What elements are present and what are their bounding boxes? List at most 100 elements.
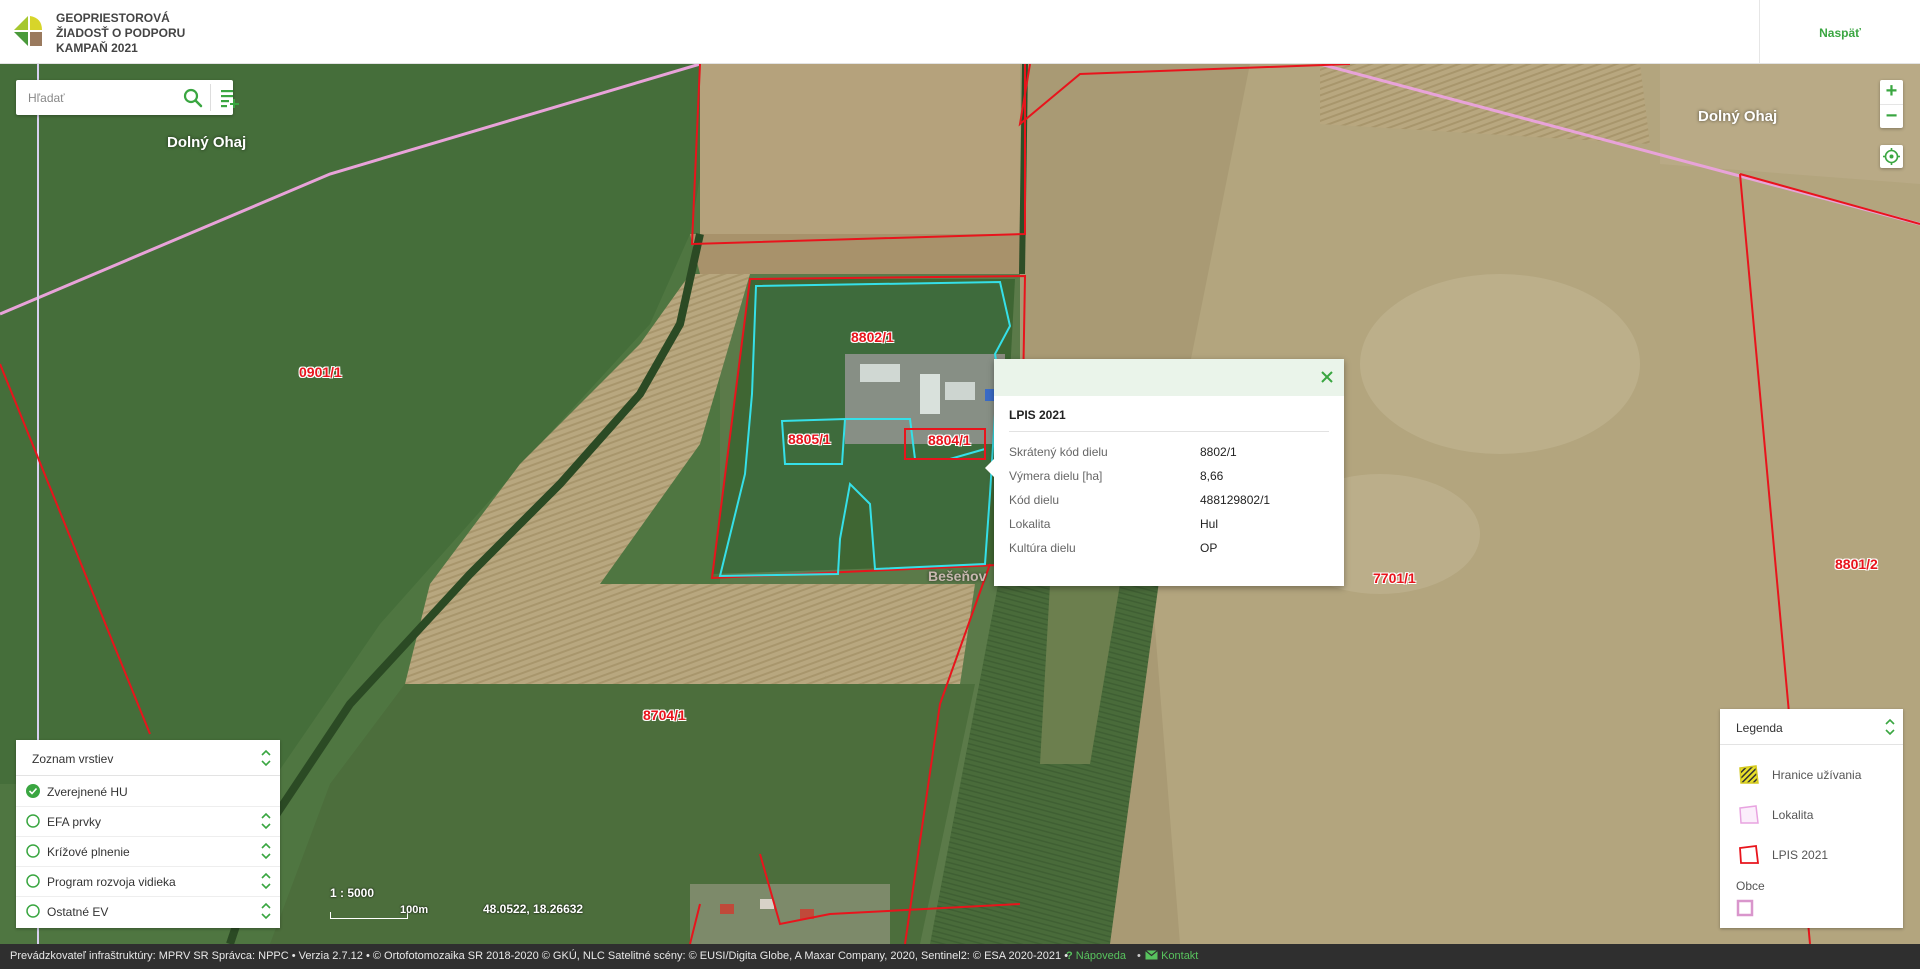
zoom-out-button[interactable]: − (1880, 104, 1903, 128)
parcel-info-popup: LPIS 2021 Skrátený kód dielu 8802/1 Výme… (985, 359, 1344, 586)
legend-header[interactable]: Legenda (1720, 709, 1903, 745)
expand-chevron-icon[interactable] (260, 871, 272, 891)
search-separator (210, 84, 211, 111)
popup-key: Kód dielu (1009, 493, 1060, 507)
parcel-label[interactable]: 8804/1 (928, 432, 971, 448)
legend-subtitle: Obce (1736, 879, 1765, 893)
popup-value: 8,66 (1200, 469, 1224, 483)
popup-row: Kód dielu 488129802/1 (1009, 493, 1329, 511)
help-label: Nápoveda (1075, 950, 1126, 962)
search-bar (16, 80, 239, 115)
popup-key: Výmera dielu [ha] (1009, 469, 1103, 483)
search-input[interactable] (26, 87, 170, 109)
expand-chevron-icon[interactable] (260, 811, 272, 831)
legend-label: Hranice užívania (1772, 768, 1862, 782)
legend-item: Hranice užívania (1738, 761, 1898, 787)
popup-key: Skrátený kód dielu (1009, 445, 1108, 459)
question-icon: ? (1066, 950, 1073, 962)
popup-key: Kultúra dielu (1009, 541, 1076, 555)
popup-divider (1009, 431, 1329, 432)
brand-line-3: KAMPAŇ 2021 (56, 41, 138, 55)
parcel-label[interactable]: 8704/1 (643, 707, 686, 723)
check-circle-icon[interactable] (26, 784, 40, 798)
parcel-label[interactable]: 8805/1 (788, 431, 831, 447)
mail-icon (1145, 950, 1158, 960)
layer-list-icon[interactable] (218, 87, 240, 109)
expand-chevron-icon[interactable] (260, 841, 272, 861)
crosshair-icon (1883, 148, 1900, 165)
radio-icon[interactable] (26, 904, 40, 918)
popup-value: OP (1200, 541, 1218, 555)
layer-list-header[interactable]: Zoznam vrstiev (16, 740, 280, 776)
popup-value: Hul (1200, 517, 1219, 531)
radio-icon[interactable] (26, 874, 40, 888)
app-brand: GEOPRIESTOROVÁ ŽIADOSŤ O PODPORU KAMPAŇ … (56, 11, 185, 56)
layer-item-zverejnene-hu[interactable]: Zverejnené HU (16, 776, 280, 807)
locate-button[interactable] (1880, 145, 1903, 168)
pink-outline-polygon-icon (1739, 805, 1759, 824)
legend-item: LPIS 2021 (1738, 841, 1898, 867)
popup-header (994, 359, 1344, 396)
place-label: Dolný Ohaj (167, 134, 247, 151)
scale-unit: 100m (400, 904, 429, 916)
brand-line-1: GEOPRIESTOROVÁ (56, 11, 170, 25)
search-icon[interactable] (182, 87, 204, 109)
popup-value: 8802/1 (1200, 445, 1237, 459)
layer-item-efa-prvky[interactable]: EFA prvky (16, 806, 280, 837)
cursor-coordinates: 48.0522, 18.26632 (483, 902, 584, 916)
legend-item: Lokalita (1738, 801, 1898, 827)
legend-panel: Legenda Hranice užívania Lokalita LPIS 2… (1720, 709, 1903, 928)
layer-label: Ostatné EV (47, 905, 109, 919)
popup-key: Lokalita (1009, 517, 1051, 531)
popup-row: Kultúra dielu OP (1009, 541, 1329, 559)
layer-item-ostatne-ev[interactable]: Ostatné EV (16, 896, 280, 926)
layer-list-title: Zoznam vrstiev (32, 752, 114, 766)
brand-line-2: ŽIADOSŤ O PODPORU (56, 26, 186, 40)
contact-label: Kontakt (1161, 950, 1199, 962)
popup-value: 488129802/1 (1200, 493, 1271, 507)
radio-icon[interactable] (26, 844, 40, 858)
popup-row: Lokalita Hul (1009, 517, 1329, 535)
expand-chevron-icon[interactable] (260, 901, 272, 921)
zoom-in-button[interactable]: + (1880, 80, 1903, 103)
map-view[interactable]: Dolný Ohaj Dolný Ohaj Bešeňov 0901/1 880… (0, 64, 1920, 944)
layer-item-krizove-plnenie[interactable]: Krížové plnenie (16, 836, 280, 867)
footer: Prevádzkovateľ infraštruktúry: MPRV SR S… (0, 944, 1920, 969)
scale-bar (330, 912, 408, 919)
footer-credits: Prevádzkovateľ infraštruktúry: MPRV SR S… (10, 950, 1069, 962)
layer-list-panel: Zoznam vrstiev Zverejnené HU EFA prvky K… (16, 740, 280, 928)
collapse-chevron-icon[interactable] (260, 748, 272, 768)
hatched-yellow-polygon-icon (1739, 765, 1759, 784)
parcel-label[interactable]: 7701/1 (1373, 570, 1416, 586)
app-logo-icon (14, 16, 42, 46)
parcel-label[interactable]: 0901/1 (299, 364, 342, 380)
footer-separator: • (1137, 950, 1141, 962)
satellite-imagery (0, 64, 1920, 944)
zoom-controls: + − (1880, 80, 1903, 128)
layer-label: Krížové plnenie (47, 845, 130, 859)
radio-icon[interactable] (26, 814, 40, 828)
legend-title: Legenda (1736, 721, 1783, 735)
close-icon[interactable] (1318, 368, 1336, 386)
contact-link[interactable]: Kontakt (1145, 944, 1198, 969)
popup-row: Výmera dielu [ha] 8,66 (1009, 469, 1329, 487)
app-header: GEOPRIESTOROVÁ ŽIADOSŤ O PODPORU KAMPAŇ … (0, 0, 1920, 64)
map-scale: 1 : 5000 (330, 886, 375, 900)
parcel-label[interactable]: 8801/2 (1835, 556, 1878, 572)
legend-label: Lokalita (1772, 808, 1814, 822)
layer-label: Zverejnené HU (47, 785, 128, 799)
popup-title: LPIS 2021 (1009, 408, 1066, 422)
popup-pointer (985, 459, 994, 477)
legend-label: LPIS 2021 (1772, 848, 1829, 862)
help-link[interactable]: ? Nápoveda (1066, 944, 1126, 969)
layer-label: EFA prvky (47, 815, 102, 829)
place-label: Bešeňov (928, 568, 987, 584)
collapse-chevron-icon[interactable] (1884, 717, 1896, 737)
back-button[interactable]: Naspäť (1760, 0, 1920, 63)
red-outline-polygon-icon (1739, 844, 1760, 864)
layer-label: Program rozvoja vidieka (47, 875, 176, 889)
layer-item-program-rozvoja-vidieka[interactable]: Program rozvoja vidieka (16, 866, 280, 897)
place-label: Dolný Ohaj (1698, 108, 1778, 125)
popup-row: Skrátený kód dielu 8802/1 (1009, 445, 1329, 463)
parcel-label[interactable]: 8802/1 (851, 329, 894, 345)
